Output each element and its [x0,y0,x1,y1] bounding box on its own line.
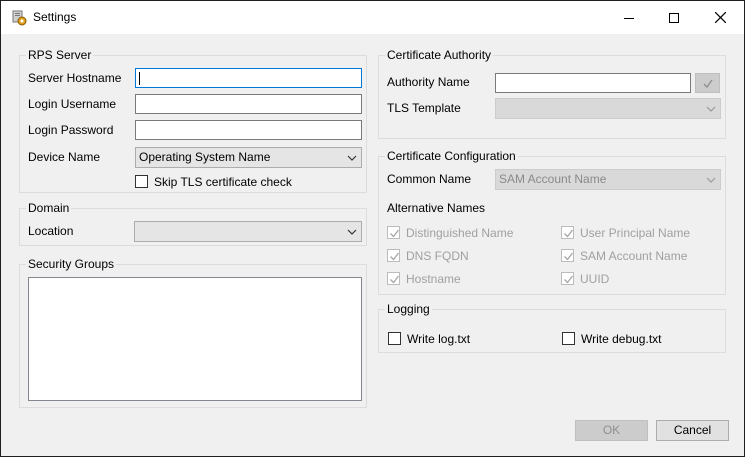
tls-template-select[interactable] [495,98,721,119]
skip-tls-label: Skip TLS certificate check [154,175,292,189]
certificate-configuration-group-title: Certificate Configuration [385,149,518,163]
dns-fqdn-label: DNS FQDN [406,249,469,263]
authority-name-label: Authority Name [387,75,470,89]
device-name-select[interactable]: Operating System Name [135,147,362,168]
domain-group-title: Domain [26,201,72,215]
minimize-button[interactable] [606,1,652,34]
server-hostname-label: Server Hostname [28,71,122,85]
maximize-button[interactable] [651,1,697,34]
rps-server-group-title: RPS Server [26,48,94,62]
chevron-down-icon [347,155,357,161]
hostname-checkbox[interactable] [387,272,400,285]
server-hostname-input[interactable] [135,68,362,88]
sam-account-name-checkbox[interactable] [561,249,574,262]
write-debug-label: Write debug.txt [581,332,662,346]
device-name-label: Device Name [28,150,101,164]
distinguished-name-label: Distinguished Name [406,226,514,240]
checkmark-icon [564,275,574,284]
checkmark-icon [390,275,400,284]
hostname-label: Hostname [406,272,461,286]
uuid-label: UUID [580,272,610,286]
write-log-label: Write log.txt [407,332,471,346]
checkmark-icon [564,252,574,261]
ok-button[interactable]: OK [575,420,648,441]
security-groups-list[interactable] [28,277,362,401]
write-debug-checkbox[interactable] [562,332,575,345]
security-groups-group-title: Security Groups [26,257,117,271]
login-password-label: Login Password [28,123,114,137]
title-bar[interactable]: Settings [1,1,744,34]
close-button[interactable] [697,1,743,34]
common-name-select[interactable]: SAM Account Name [495,169,721,190]
chevron-down-icon [347,229,357,235]
login-username-input[interactable] [135,94,362,114]
checkmark-icon [703,79,713,88]
settings-window: Settings RPS Server Server Hostname Logi… [0,0,745,457]
certificate-authority-group-title: Certificate Authority [385,48,494,62]
authority-name-input[interactable] [495,73,691,93]
distinguished-name-checkbox[interactable] [387,226,400,239]
cancel-button[interactable]: Cancel [656,420,729,441]
sam-account-name-label: SAM Account Name [580,249,688,263]
login-password-input[interactable] [135,120,362,140]
login-username-label: Login Username [28,97,117,111]
user-principal-name-label: User Principal Name [580,226,691,240]
common-name-selected: SAM Account Name [499,172,607,186]
minimize-icon [624,17,634,19]
text-caret [139,72,140,85]
checkmark-icon [390,229,400,238]
checkmark-icon [564,229,574,238]
write-log-checkbox[interactable] [388,332,401,345]
location-label: Location [28,224,74,238]
chevron-down-icon [706,177,716,183]
certificate-authority-group: Certificate Authority [378,48,726,139]
alternative-names-label: Alternative Names [387,201,486,215]
checkmark-icon [390,252,400,261]
window-title: Settings [33,10,77,24]
chevron-down-icon [706,106,716,112]
logging-group: Logging [378,302,726,353]
maximize-icon [669,12,679,23]
device-name-selected: Operating System Name [139,150,271,164]
location-select[interactable] [134,221,362,242]
logging-group-title: Logging [385,302,432,316]
close-icon [714,12,726,23]
tls-template-label: TLS Template [387,101,461,115]
uuid-checkbox[interactable] [561,272,574,285]
skip-tls-checkbox[interactable] [135,175,148,188]
dns-fqdn-checkbox[interactable] [387,249,400,262]
common-name-label: Common Name [387,172,472,186]
settings-app-icon [11,10,27,26]
user-principal-name-checkbox[interactable] [561,226,574,239]
authority-verify-button[interactable] [695,73,720,93]
